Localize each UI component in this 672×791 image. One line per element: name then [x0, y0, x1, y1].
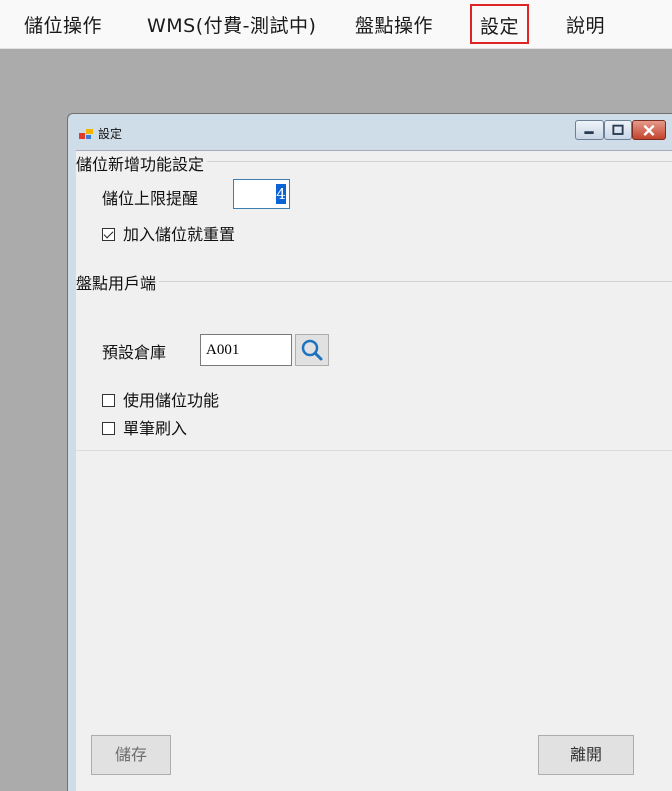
storage-limit-input[interactable]: 4 [233, 179, 290, 209]
app-icon [79, 129, 93, 139]
default-warehouse-label: 預設倉庫 [102, 343, 167, 362]
checkbox-unchecked-icon [102, 394, 115, 407]
reset-on-add-checkbox[interactable]: 加入儲位就重置 [102, 221, 235, 245]
minimize-icon [584, 131, 594, 135]
save-button[interactable]: 儲存 [91, 735, 171, 775]
storage-limit-value: 4 [276, 184, 286, 204]
client-group-title: 盤點用戶端 [76, 270, 160, 294]
menu-item-wms[interactable]: WMS(付費-測試中) [147, 11, 316, 38]
dialog-body: 儲位新增功能設定 儲位上限提醒 4 加入儲位就重置 盤點用戶端 預設倉庫 A00… [76, 150, 672, 791]
settings-dialog: 設定 儲位新增功能設定 儲位上限提醒 4 加入儲位就重置 盤點用戶端 預設倉庫 … [67, 113, 672, 791]
checkbox-unchecked-icon [102, 422, 115, 435]
maximize-icon [612, 124, 624, 135]
menu-item-storage[interactable]: 儲位操作 [24, 11, 102, 38]
reset-on-add-label: 加入儲位就重置 [123, 225, 236, 244]
use-location-checkbox[interactable]: 使用儲位功能 [102, 387, 219, 411]
search-icon [301, 339, 323, 361]
use-location-label: 使用儲位功能 [123, 391, 220, 410]
minimize-button[interactable] [575, 120, 604, 140]
section-separator [76, 450, 672, 451]
single-scan-label: 單筆刷入 [123, 419, 188, 438]
menu-item-help[interactable]: 說明 [566, 11, 605, 38]
group-divider [76, 281, 672, 282]
menu-item-settings[interactable]: 設定 [470, 4, 530, 44]
maximize-button[interactable] [604, 120, 632, 140]
checkbox-checked-icon [102, 228, 115, 241]
close-icon [643, 124, 655, 136]
storage-group-title: 儲位新增功能設定 [76, 151, 208, 175]
menu-item-inventory[interactable]: 盤點操作 [355, 11, 433, 38]
storage-limit-label: 儲位上限提醒 [102, 189, 199, 208]
menu-bar: 儲位操作 WMS(付費-測試中) 盤點操作 設定 說明 [0, 0, 672, 49]
title-bar[interactable]: 設定 [68, 114, 672, 150]
close-button[interactable] [632, 120, 666, 140]
default-warehouse-input[interactable]: A001 [200, 334, 292, 366]
warehouse-search-button[interactable] [295, 334, 329, 366]
single-scan-checkbox[interactable]: 單筆刷入 [102, 415, 187, 439]
window-title: 設定 [98, 127, 123, 141]
exit-button[interactable]: 離開 [538, 735, 634, 775]
